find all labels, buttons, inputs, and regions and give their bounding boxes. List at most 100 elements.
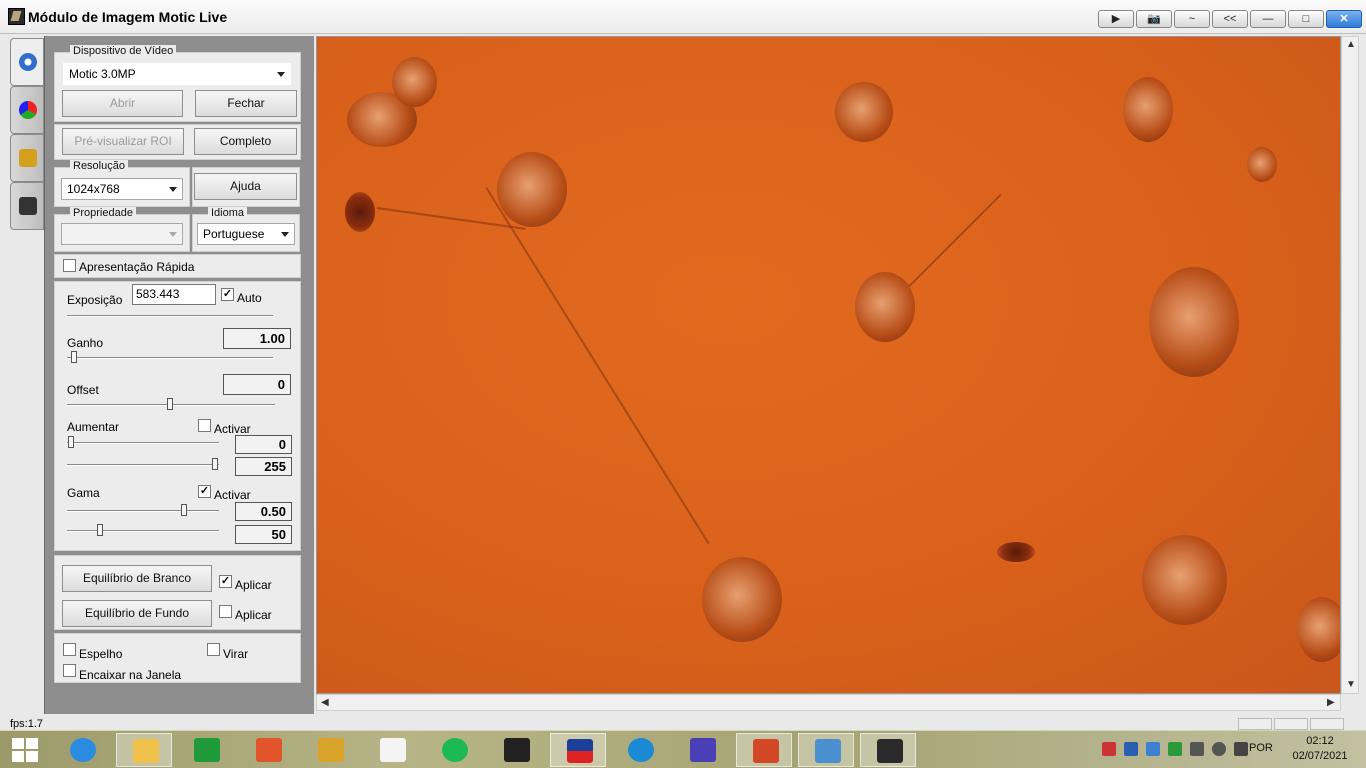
gain-slider[interactable] [67, 357, 273, 359]
start-button[interactable] [10, 736, 40, 764]
tab-capture-settings[interactable] [10, 38, 44, 86]
enhance-high-thumb[interactable] [212, 458, 218, 470]
notes-icon [318, 738, 344, 762]
preview-roi-button[interactable]: Pré-visualizar ROI [62, 128, 184, 155]
gain-slider-thumb[interactable] [71, 351, 77, 363]
adjustments-group: Exposição 583.443 ✓ Auto Ganho 1.00 Offs… [54, 281, 301, 551]
edge-icon [628, 738, 654, 762]
fit-window-checkbox[interactable] [63, 664, 76, 677]
spotify-icon [442, 738, 468, 762]
tab-color[interactable] [10, 86, 44, 134]
resolution-label: Resolução [70, 160, 128, 172]
white-balance-button[interactable]: Equilíbrio de Branco [62, 565, 212, 592]
language-group: Idioma Portuguese [192, 207, 300, 252]
taskbar-amazon[interactable] [488, 733, 544, 767]
tab-strip [10, 36, 44, 716]
live-image-view[interactable] [316, 36, 1341, 694]
open-button[interactable]: Abrir [62, 90, 183, 117]
background-balance-apply-checkbox[interactable] [219, 605, 232, 618]
exposure-slider[interactable] [67, 315, 273, 317]
taskbar-motic[interactable] [550, 733, 606, 767]
flip-label: Virar [223, 647, 249, 661]
taskbar-file-explorer[interactable] [116, 733, 172, 767]
scroll-up-arrow-icon[interactable]: ▲ [1346, 39, 1356, 50]
property-label: Propriedade [70, 207, 136, 219]
gamma-value-2: 50 [235, 525, 292, 544]
enhance-activate-checkbox[interactable] [198, 419, 211, 432]
gamma-activate-checkbox[interactable]: ✓ [198, 485, 211, 498]
exposure-input[interactable]: 583.443 [132, 284, 216, 305]
close-button[interactable]: ✕ [1326, 10, 1362, 28]
white-balance-apply-checkbox[interactable]: ✓ [219, 575, 232, 588]
enhance-low-slider[interactable] [67, 442, 219, 444]
taskbar-internet-explorer[interactable] [54, 733, 110, 767]
property-select[interactable] [61, 223, 183, 245]
gamma-slider-1-thumb[interactable] [181, 504, 187, 516]
maximize-button[interactable]: □ [1288, 10, 1324, 28]
scope-button[interactable]: ~ [1174, 10, 1210, 28]
play-button[interactable]: ▶ [1098, 10, 1134, 28]
minimize-button[interactable]: — [1250, 10, 1286, 28]
video-device-select[interactable]: Motic 3.0MP [63, 63, 291, 85]
gear-icon [19, 53, 37, 71]
control-panel: Dispositivo de Vídeo Motic 3.0MP Abrir F… [44, 36, 314, 714]
help-button[interactable]: Ajuda [194, 173, 297, 200]
video-device-value: Motic 3.0MP [69, 67, 136, 81]
security-icon[interactable] [1168, 742, 1182, 756]
quick-preview-checkbox[interactable] [63, 259, 76, 272]
taskbar-home[interactable] [364, 733, 420, 767]
background-balance-button[interactable]: Equilíbrio de Fundo [62, 600, 212, 627]
scroll-left-arrow-icon[interactable]: ◀ [321, 697, 329, 708]
language-select[interactable]: Portuguese [197, 223, 295, 245]
language-indicator[interactable]: POR [1249, 742, 1273, 754]
cell [835, 82, 893, 142]
taskbar-photos[interactable] [240, 733, 296, 767]
gamma-slider-1[interactable] [67, 510, 219, 512]
cell [1123, 77, 1173, 142]
offset-label: Offset [67, 383, 99, 397]
network-icon[interactable] [1146, 742, 1160, 756]
tab-camera[interactable] [10, 182, 44, 230]
scroll-down-arrow-icon[interactable]: ▼ [1346, 679, 1356, 690]
volume-icon[interactable] [1234, 742, 1248, 756]
capture-button[interactable]: 📷 [1136, 10, 1172, 28]
clock[interactable]: 02:12 02/07/2021 [1288, 734, 1352, 764]
enhance-low-thumb[interactable] [68, 436, 74, 448]
cell [1142, 535, 1227, 625]
enhance-high-slider[interactable] [67, 464, 219, 466]
language-value: Portuguese [203, 227, 265, 241]
vertical-scrollbar[interactable]: ▲ ▼ [1341, 36, 1359, 694]
close-device-button[interactable]: Fechar [195, 90, 297, 117]
flag-icon[interactable] [1102, 742, 1116, 756]
update-icon[interactable] [1124, 742, 1138, 756]
full-button[interactable]: Completo [194, 128, 297, 155]
resolution-group: Resolução 1024x768 [54, 160, 190, 207]
motic-icon [567, 739, 593, 763]
flip-checkbox[interactable] [207, 643, 220, 656]
taskbar-motic-live[interactable] [860, 733, 916, 767]
resolution-select[interactable]: 1024x768 [61, 178, 183, 200]
chevron-down-icon [169, 187, 177, 192]
scroll-right-arrow-icon[interactable]: ▶ [1327, 697, 1335, 708]
mirror-checkbox[interactable] [63, 643, 76, 656]
taskbar-edge[interactable] [612, 733, 668, 767]
taskbar-store[interactable] [178, 733, 234, 767]
windows-logo-icon [12, 738, 24, 749]
taskbar-spotify[interactable] [426, 733, 482, 767]
offset-slider-thumb[interactable] [167, 398, 173, 410]
battery-icon[interactable] [1190, 742, 1204, 756]
tab-tools[interactable] [10, 134, 44, 182]
wifi-icon[interactable] [1212, 742, 1226, 756]
taskbar-powerpoint[interactable] [736, 733, 792, 767]
taskbar-settings[interactable] [674, 733, 730, 767]
horizontal-scrollbar[interactable]: ◀ ▶ [316, 694, 1341, 711]
collapse-panel-button[interactable]: << [1212, 10, 1248, 28]
gamma-slider-2-thumb[interactable] [97, 524, 103, 536]
taskbar-notes[interactable] [302, 733, 358, 767]
clock-time: 02:12 [1306, 735, 1334, 747]
amazon-icon [504, 738, 530, 762]
quick-preview-group: Apresentação Rápida [54, 254, 301, 278]
taskbar-photo-viewer[interactable] [798, 733, 854, 767]
exposure-auto-checkbox[interactable]: ✓ [221, 288, 234, 301]
gamma-slider-2[interactable] [67, 530, 219, 532]
